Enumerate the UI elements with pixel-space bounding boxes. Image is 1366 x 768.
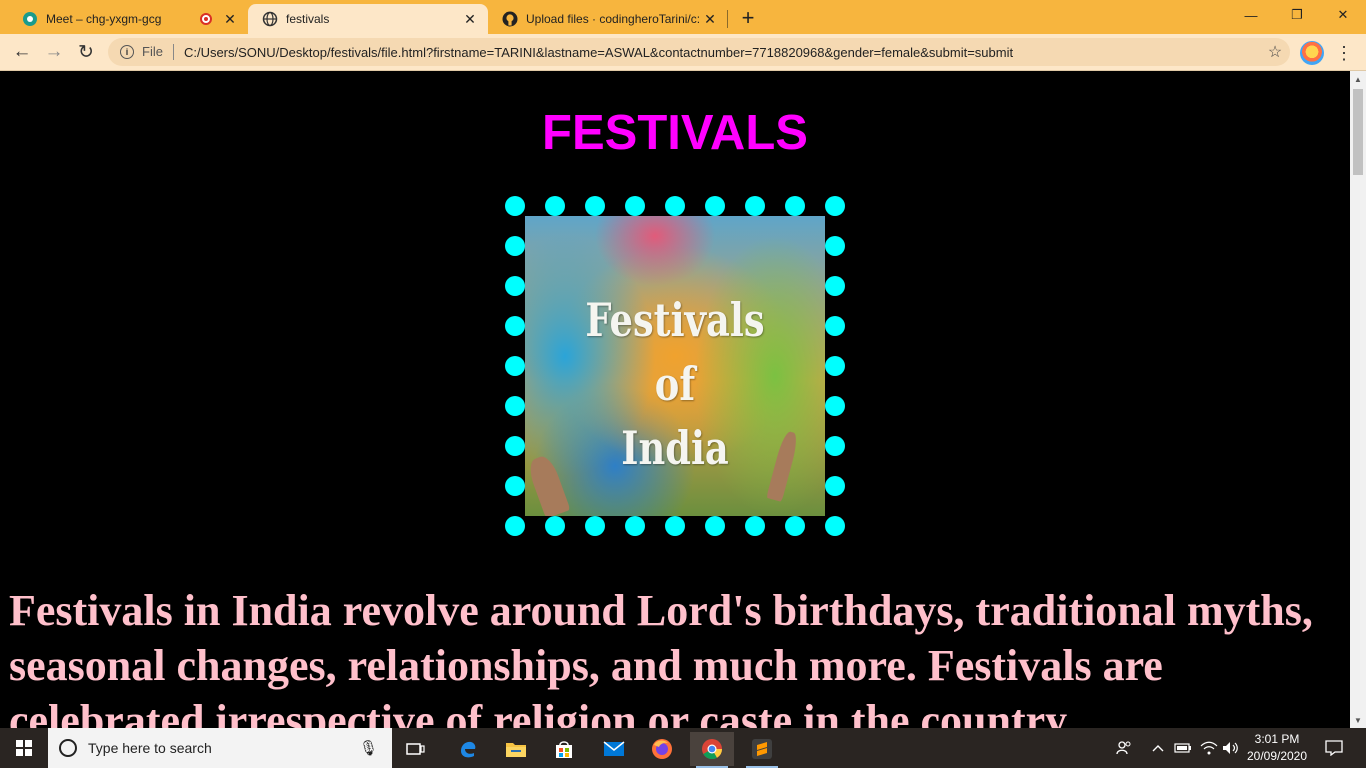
browser-toolbar: ← → ↻ i File C:/Users/SONU/Desktop/festi… bbox=[0, 34, 1366, 71]
browser-menu-button[interactable]: ⋮ bbox=[1334, 41, 1354, 65]
minimize-button[interactable]: — bbox=[1228, 0, 1274, 30]
tab-meet[interactable]: Meet – chg-yxgm-gcg ✕ bbox=[8, 4, 248, 34]
border-dot bbox=[825, 476, 845, 496]
browser-tab-strip: Meet – chg-yxgm-gcg ✕ festivals ✕ Upload… bbox=[0, 0, 1366, 34]
border-dot bbox=[825, 316, 845, 336]
border-dot bbox=[825, 356, 845, 376]
notification-center-icon[interactable] bbox=[1320, 728, 1348, 768]
border-dot bbox=[505, 276, 525, 296]
border-dot bbox=[705, 516, 725, 536]
search-placeholder: Type here to search bbox=[88, 740, 212, 756]
volume-icon[interactable] bbox=[1220, 728, 1242, 768]
address-bar[interactable]: i File C:/Users/SONU/Desktop/festivals/f… bbox=[108, 38, 1290, 66]
clock-date: 20/09/2020 bbox=[1246, 749, 1308, 763]
people-icon[interactable] bbox=[1112, 728, 1136, 768]
border-dot bbox=[665, 196, 685, 216]
border-dot bbox=[825, 276, 845, 296]
border-dot bbox=[705, 196, 725, 216]
restore-button[interactable]: ❐ bbox=[1274, 0, 1320, 30]
extension-avatar-icon[interactable] bbox=[1300, 41, 1324, 65]
close-tab-icon[interactable]: ✕ bbox=[462, 11, 478, 27]
taskbar-search-box[interactable]: Type here to search 🎙 bbox=[48, 728, 392, 768]
border-dot bbox=[665, 516, 685, 536]
chevron-up-icon[interactable] bbox=[1148, 728, 1168, 768]
border-dot bbox=[785, 196, 805, 216]
site-info-icon[interactable]: i bbox=[120, 45, 134, 59]
border-dot bbox=[545, 196, 565, 216]
edge-icon[interactable] bbox=[446, 732, 490, 766]
border-dot bbox=[505, 396, 525, 416]
page-scrollbar[interactable]: ▲ ▼ bbox=[1350, 71, 1366, 728]
border-dot bbox=[505, 436, 525, 456]
back-button[interactable]: ← bbox=[8, 38, 36, 66]
battery-icon[interactable] bbox=[1172, 728, 1194, 768]
mail-icon[interactable] bbox=[592, 732, 636, 766]
festivals-poster-image: Festivals of India bbox=[525, 216, 825, 516]
border-dot bbox=[505, 476, 525, 496]
close-tab-icon[interactable]: ✕ bbox=[222, 11, 238, 27]
store-icon[interactable] bbox=[542, 732, 586, 766]
poster-caption-line: of bbox=[654, 357, 696, 411]
wifi-icon[interactable] bbox=[1198, 728, 1220, 768]
clock-time: 3:01 PM bbox=[1254, 732, 1300, 746]
new-tab-button[interactable]: + bbox=[736, 5, 760, 30]
sublime-text-icon[interactable] bbox=[740, 732, 784, 768]
tab-github-upload[interactable]: Upload files · codingheroTarini/c: ✕ bbox=[488, 4, 728, 34]
task-view-icon[interactable] bbox=[394, 732, 438, 766]
cortana-icon bbox=[59, 739, 77, 757]
github-icon bbox=[502, 11, 518, 27]
border-dot bbox=[825, 436, 845, 456]
poster-caption: Festivals of India bbox=[555, 288, 795, 480]
border-dot bbox=[825, 396, 845, 416]
windows-logo-icon bbox=[16, 740, 32, 756]
festivals-paragraph: Festivals in India revolve around Lord's… bbox=[9, 586, 1313, 728]
scrollbar-thumb[interactable] bbox=[1353, 89, 1363, 175]
page-viewport: FESTIVALS Festivals of India Festivals i… bbox=[0, 71, 1350, 728]
border-dot bbox=[585, 516, 605, 536]
border-dot bbox=[825, 196, 845, 216]
border-dot bbox=[505, 516, 525, 536]
border-dot bbox=[625, 516, 645, 536]
border-dot bbox=[545, 516, 565, 536]
poster-caption-line: India bbox=[621, 421, 729, 475]
file-explorer-icon[interactable] bbox=[494, 732, 538, 766]
url-text[interactable]: C:/Users/SONU/Desktop/festivals/file.htm… bbox=[184, 45, 1260, 60]
tab-title: Meet – chg-yxgm-gcg bbox=[46, 12, 162, 26]
firefox-icon[interactable] bbox=[640, 732, 684, 766]
border-dot bbox=[825, 516, 845, 536]
scroll-down-icon[interactable]: ▼ bbox=[1350, 712, 1366, 728]
border-dot bbox=[745, 196, 765, 216]
scroll-up-icon[interactable]: ▲ bbox=[1350, 71, 1366, 87]
reload-button[interactable]: ↻ bbox=[72, 38, 100, 66]
tab-festivals[interactable]: festivals ✕ bbox=[248, 4, 488, 34]
start-button[interactable] bbox=[0, 728, 48, 768]
globe-icon bbox=[262, 11, 278, 27]
border-dot bbox=[625, 196, 645, 216]
bookmark-star-icon[interactable]: ☆ bbox=[1260, 42, 1290, 62]
border-dot bbox=[505, 196, 525, 216]
taskbar-clock[interactable]: 3:01 PM 20/09/2020 bbox=[1240, 731, 1314, 765]
scheme-label: File bbox=[142, 44, 174, 60]
border-dot bbox=[745, 516, 765, 536]
poster-caption-line: Festivals bbox=[585, 293, 765, 347]
border-dot bbox=[785, 516, 805, 536]
recording-indicator-icon bbox=[200, 13, 212, 25]
tab-separator bbox=[727, 10, 728, 28]
close-tab-icon[interactable]: ✕ bbox=[702, 11, 718, 27]
border-dot bbox=[585, 196, 605, 216]
border-dot bbox=[825, 236, 845, 256]
border-dot bbox=[505, 316, 525, 336]
chrome-icon[interactable] bbox=[690, 732, 734, 768]
page-title: FESTIVALS bbox=[542, 106, 808, 160]
tab-title: Upload files · codingheroTarini/c: bbox=[526, 12, 701, 26]
close-window-button[interactable]: ✕ bbox=[1320, 0, 1366, 30]
windows-taskbar: Type here to search 🎙 3:01 PM 20/09/2020 bbox=[0, 728, 1366, 768]
tab-title: festivals bbox=[286, 12, 330, 26]
forward-button[interactable]: → bbox=[40, 38, 68, 66]
border-dot bbox=[505, 236, 525, 256]
microphone-icon[interactable]: 🎙 bbox=[359, 739, 378, 757]
border-dot bbox=[505, 356, 525, 376]
google-meet-icon bbox=[22, 11, 38, 27]
